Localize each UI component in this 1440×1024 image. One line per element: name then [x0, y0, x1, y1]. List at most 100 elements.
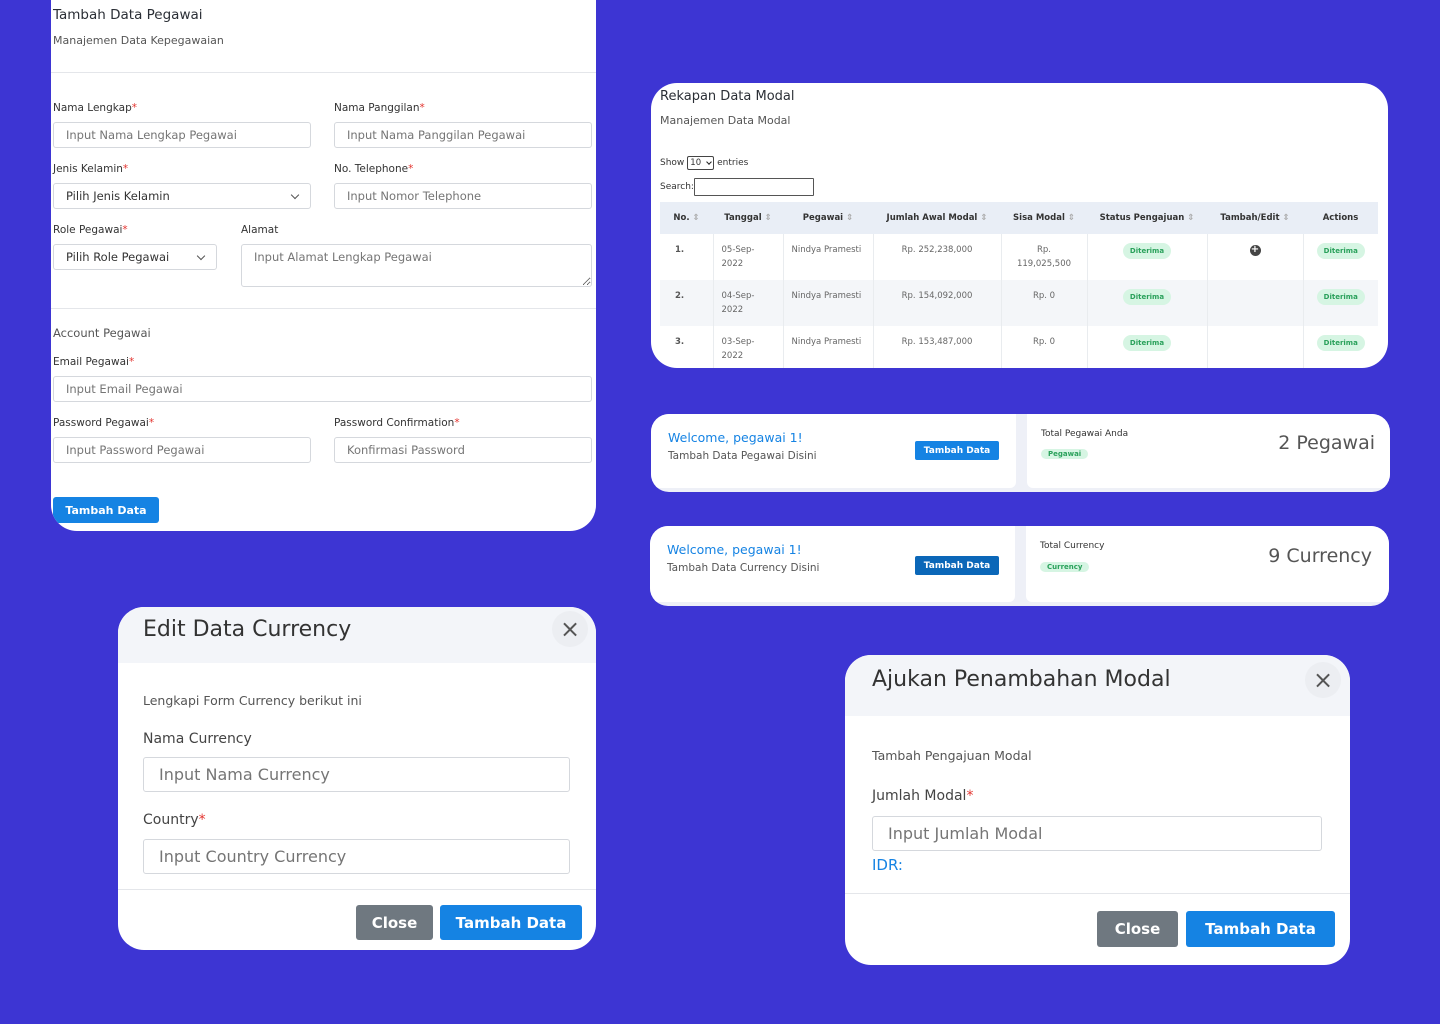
table-row: 3. 03-Sep-2022 Nindya Pramesti Rp. 153,4…	[660, 326, 1378, 368]
column-header: Actions	[1303, 202, 1378, 234]
cell-jumlah: Rp. 252,238,000	[872, 234, 1001, 280]
tambah-pegawai-card: Tambah Data Pegawai Manajemen Data Kepeg…	[51, 0, 596, 531]
nama-currency-label: Nama Currency	[143, 731, 252, 747]
cell-jumlah: Rp. 154,092,000	[872, 280, 1001, 326]
welcome-card: Welcome, pegawai 1! Tambah Data Pegawai …	[651, 414, 1016, 488]
jumlah-modal-label: Jumlah Modal*	[872, 788, 974, 804]
table-header-row: No. ⇕ Tanggal ⇕ Pegawai ⇕ Jumlah Awal Mo…	[660, 202, 1378, 234]
cell-actions: Diterima	[1302, 234, 1378, 280]
status-badge: Diterima	[1122, 335, 1172, 351]
action-badge[interactable]: Diterima	[1316, 335, 1365, 351]
welcome-title: Welcome, pegawai 1!	[667, 542, 802, 557]
password-confirm-input[interactable]	[334, 437, 592, 463]
cell-tanggal: 04-Sep-2022	[712, 280, 783, 326]
account-section-title: Account Pegawai	[53, 326, 151, 340]
welcome-card: Welcome, pegawai 1! Tambah Data Currency…	[650, 526, 1015, 602]
close-button[interactable]: Close	[356, 905, 433, 940]
cell-tanggal: 05-Sep-2022	[712, 234, 783, 280]
jumlah-modal-input[interactable]	[872, 816, 1322, 851]
alamat-textarea[interactable]	[241, 244, 592, 287]
cell-pegawai: Nindya Pramesti	[782, 280, 873, 326]
edit-currency-modal: Edit Data Currency × Lengkapi Form Curre…	[118, 607, 596, 950]
cell-no: 1.	[675, 245, 685, 255]
action-badge[interactable]: Diterima	[1316, 243, 1365, 259]
stat-label: Total Pegawai Anda	[1041, 429, 1129, 439]
column-header[interactable]: Tanggal ⇕	[713, 202, 783, 234]
jenis-kelamin-label: Jenis Kelamin*	[53, 163, 129, 175]
close-icon[interactable]: ×	[552, 611, 588, 647]
cell-sisa: Rp. 0	[1000, 280, 1087, 326]
divider	[51, 308, 596, 309]
password-confirm-label: Password Confirmation*	[334, 417, 460, 429]
stat-label: Total Currency	[1040, 541, 1105, 551]
card-subtitle: Manajemen Data Kepegawaian	[53, 34, 224, 47]
nama-panggilan-input[interactable]	[334, 122, 592, 148]
entries-select[interactable]: 10	[687, 156, 715, 170]
stat-card: Total Currency Currency 9 Currency	[1026, 526, 1389, 602]
modal-title: Ajukan Penambahan Modal	[872, 667, 1171, 692]
sort-icon: ⇕	[1067, 213, 1075, 223]
modal-footer-divider	[118, 889, 596, 890]
welcome-title: Welcome, pegawai 1!	[668, 430, 803, 445]
tambah-data-button[interactable]: Tambah Data	[915, 556, 999, 575]
role-label: Role Pegawai*	[53, 224, 128, 236]
idr-preview: IDR:	[872, 856, 903, 874]
welcome-pegawai-row: Welcome, pegawai 1! Tambah Data Pegawai …	[651, 414, 1390, 492]
table-row: 1. 05-Sep-2022 Nindya Pramesti Rp. 252,2…	[660, 234, 1378, 280]
country-input[interactable]	[143, 839, 570, 874]
modal-table: No. ⇕ Tanggal ⇕ Pegawai ⇕ Jumlah Awal Mo…	[660, 202, 1378, 368]
sort-icon: ⇕	[692, 213, 700, 223]
search-label: Search:	[660, 182, 694, 192]
sort-icon: ⇕	[846, 213, 854, 223]
column-header[interactable]: Tambah/Edit ⇕	[1207, 202, 1303, 234]
email-input[interactable]	[53, 376, 592, 402]
sort-icon: ⇕	[1187, 213, 1195, 223]
tambah-data-button[interactable]: Tambah Data	[1186, 911, 1335, 947]
tambah-data-button[interactable]: Tambah Data	[915, 441, 999, 460]
modal-description: Lengkapi Form Currency berikut ini	[143, 693, 362, 708]
sort-icon: ⇕	[764, 213, 772, 223]
card-subtitle: Manajemen Data Modal	[660, 114, 791, 127]
cell-jumlah: Rp. 153,487,000	[872, 326, 1001, 368]
alamat-label: Alamat	[241, 224, 279, 236]
close-icon[interactable]: ×	[1305, 662, 1341, 698]
column-header[interactable]: No. ⇕	[660, 202, 713, 234]
sort-icon: ⇕	[980, 213, 988, 223]
status-badge: Diterima	[1122, 243, 1172, 259]
tambah-data-button[interactable]: Tambah Data	[440, 905, 582, 940]
action-badge[interactable]: Diterima	[1316, 289, 1365, 305]
password-input[interactable]	[53, 437, 311, 463]
cell-status: Diterima	[1086, 234, 1207, 280]
nama-currency-input[interactable]	[143, 757, 570, 792]
stat-value: 9 Currency	[1268, 545, 1372, 567]
show-label: Show	[660, 158, 685, 168]
cell-pegawai: Nindya Pramesti	[782, 234, 873, 280]
nama-lengkap-input[interactable]	[53, 122, 311, 148]
password-label: Password Pegawai*	[53, 417, 155, 429]
stat-badge: Currency	[1040, 562, 1090, 572]
column-header[interactable]: Sisa Modal ⇕	[1001, 202, 1087, 234]
column-header[interactable]: Pegawai ⇕	[783, 202, 873, 234]
tambah-data-button[interactable]: Tambah Data	[53, 497, 159, 523]
stat-badge: Pegawai	[1041, 449, 1089, 459]
nama-lengkap-label: Nama Lengkap*	[53, 102, 137, 114]
jenis-kelamin-value: Pilih Jenis Kelamin	[66, 189, 170, 203]
search-input[interactable]	[693, 178, 814, 196]
cell-tambah-edit: +	[1206, 234, 1303, 280]
telephone-input[interactable]	[334, 183, 592, 209]
role-value: Pilih Role Pegawai	[66, 250, 170, 264]
close-button[interactable]: Close	[1097, 911, 1178, 947]
cell-no: 2.	[660, 280, 713, 326]
stat-card: Total Pegawai Anda Pegawai 2 Pegawai	[1027, 414, 1390, 488]
column-header[interactable]: Jumlah Awal Modal ⇕	[873, 202, 1001, 234]
column-header[interactable]: Status Pengajuan ⇕	[1087, 202, 1207, 234]
entries-label: entries	[717, 158, 749, 168]
jenis-kelamin-select[interactable]: Pilih Jenis Kelamin	[53, 183, 311, 209]
cell-tambah-edit	[1206, 280, 1303, 326]
add-circle-icon[interactable]: +	[1249, 244, 1261, 256]
cell-status: Diterima	[1086, 280, 1207, 326]
show-entries: Show 10 entries	[660, 156, 748, 170]
sort-icon: ⇕	[1282, 213, 1290, 223]
entries-value: 10	[690, 158, 702, 168]
role-select[interactable]: Pilih Role Pegawai	[53, 244, 217, 270]
